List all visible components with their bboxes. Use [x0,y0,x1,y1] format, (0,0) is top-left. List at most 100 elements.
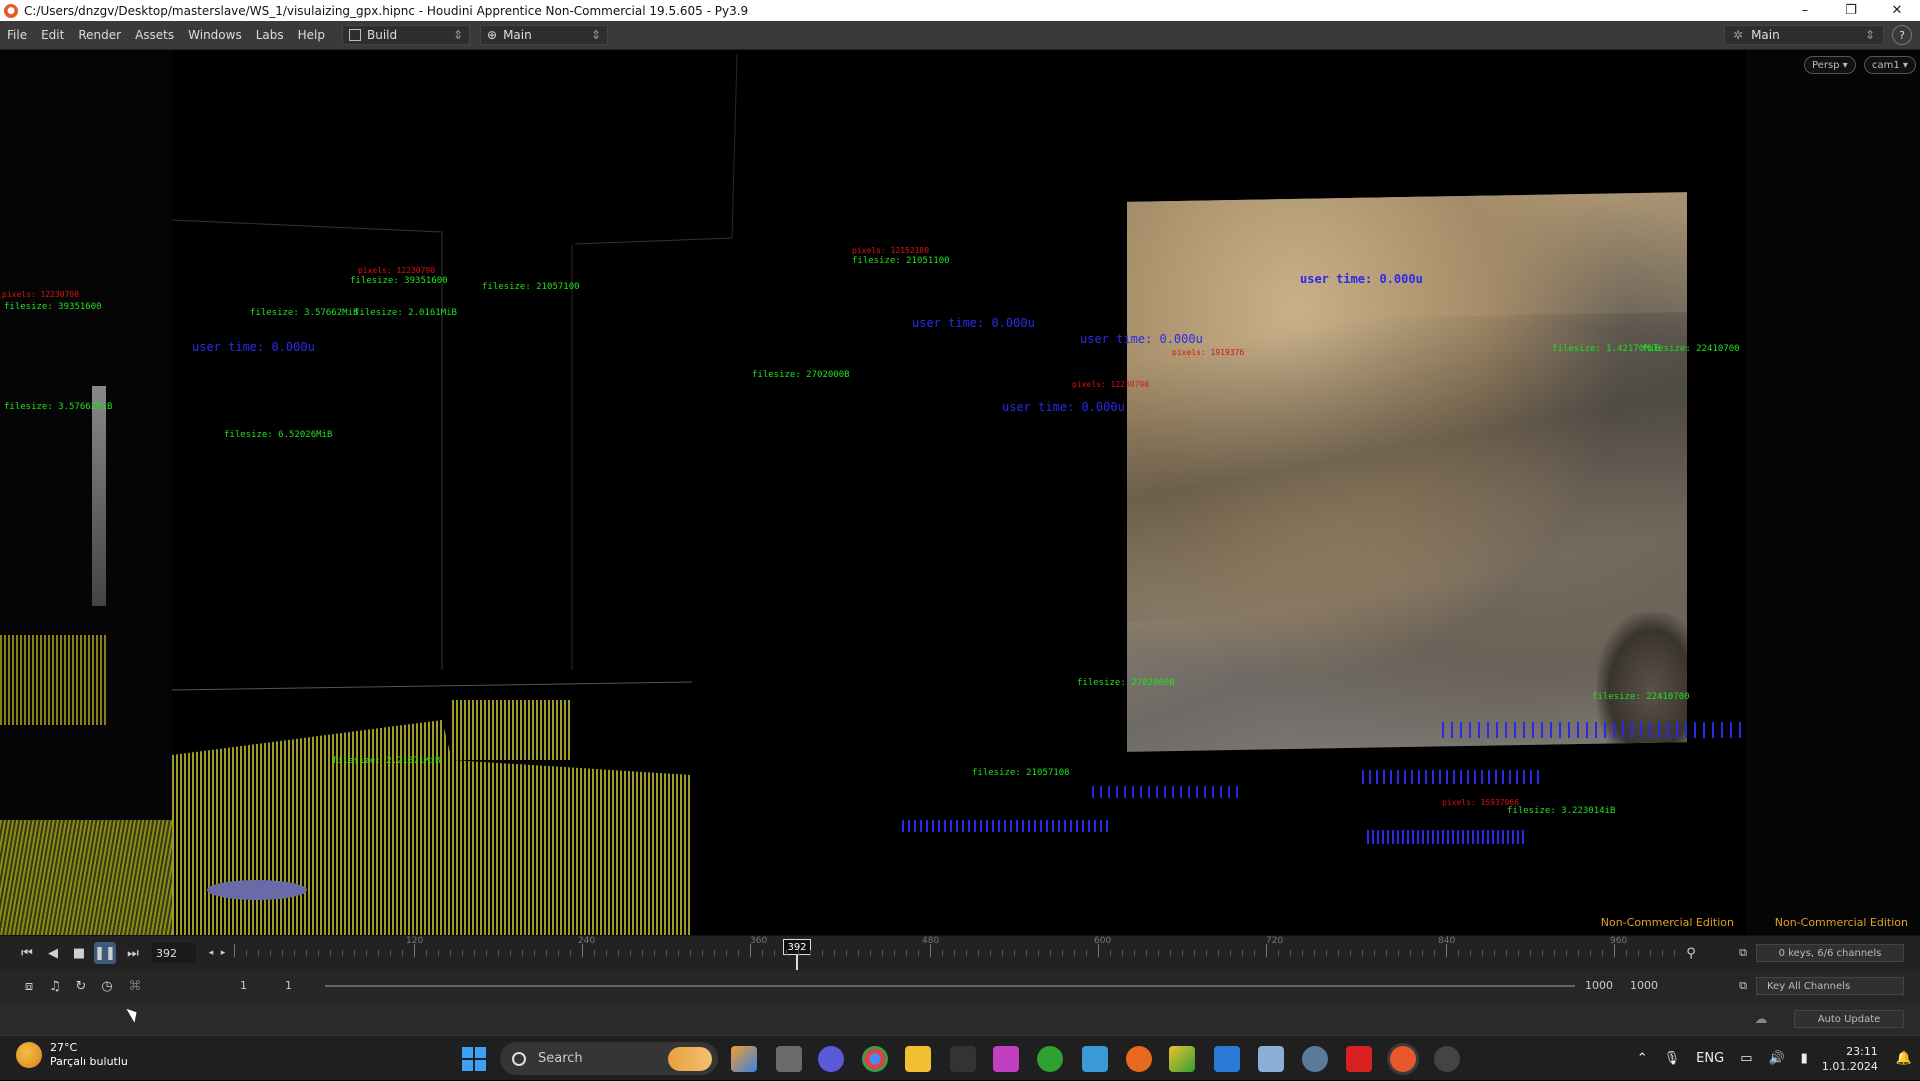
menu-help[interactable]: Help [291,28,332,42]
range-end-field[interactable]: 1000 [1585,979,1613,992]
label-red: pixels: 12152180 [852,246,930,255]
timeline-tick [1434,950,1435,956]
clock[interactable]: 23:11 1.01.2024 [1822,1044,1878,1074]
app-icon-light[interactable] [1258,1046,1284,1072]
range-start-field-2[interactable]: 1 [285,979,292,992]
timeline-tick [702,950,703,956]
audio-icon[interactable]: ♫ [44,975,66,997]
timeline-tick [750,944,751,957]
timeline-tick [1086,950,1087,956]
time-cursor[interactable]: 392 [783,939,811,955]
xbox-icon[interactable] [1037,1046,1063,1072]
help-icon[interactable]: ? [1892,25,1912,45]
timeline-tick [558,950,559,956]
cam1-menu[interactable]: cam1 ▾ [1864,56,1916,74]
minimize-button[interactable]: – [1782,0,1828,21]
step-forward-icon[interactable]: ▸ [216,942,230,964]
timeline-tick [1218,950,1219,956]
task-view-icon[interactable] [776,1046,802,1072]
app-icon-red[interactable] [1346,1046,1372,1072]
taskbar-search[interactable]: Search [500,1042,718,1075]
chrome-icon[interactable] [862,1046,888,1072]
tick-label: 600 [1094,936,1112,946]
scene-viewport[interactable]: pixels: 12230790 filesize: 39351600 file… [172,50,1746,935]
label-red: pixels: 15937066 [1442,798,1520,807]
vscode-icon[interactable] [1214,1046,1240,1072]
timeline-tick [570,950,571,956]
desktop-selector-build[interactable]: Build ⇕ [342,25,470,45]
range-end-field-2[interactable]: 1000 [1630,979,1658,992]
shelf-selector-main[interactable]: ⊕ Main ⇕ [480,25,608,45]
timeline-tick [930,944,931,957]
timeline-tick [1194,950,1195,956]
timeline-track[interactable]: 120 240 360 480 600 720 840 960 392 [234,936,1675,971]
scene-pillar [92,386,106,606]
frame-range-bar: ⧈ ♫ ↻ ◷ ⌘ 1 1 1000 1000 ⧉ Key All Channe… [0,970,1920,1003]
notification-bell-icon[interactable]: 🔔 [1896,1051,1912,1066]
weather-condition: Parçalı bulutlu [50,1055,128,1068]
settings-icon[interactable] [1302,1046,1328,1072]
timeline-tick [810,950,811,956]
search-highlight-icon [668,1046,712,1071]
language-indicator[interactable]: ENG [1696,1051,1724,1066]
houdini-taskbar-icon[interactable] [1390,1046,1416,1072]
status-bar: ☁ Auto Update [0,1003,1920,1035]
audio-scrub-icon[interactable]: ⚲ [1680,942,1702,964]
microphone-icon[interactable]: 🎙 [1664,1051,1681,1066]
label-green: filesize: 2702080B [1077,678,1175,688]
jump-to-start-button[interactable]: ⏮ [16,942,38,964]
pause-button[interactable]: ❚❚ [94,942,116,964]
close-button[interactable]: ✕ [1874,0,1920,21]
menu-render[interactable]: Render [71,28,128,42]
timeline-tick [618,950,619,956]
loop-icon[interactable]: ↻ [70,975,92,997]
jump-to-end-button[interactable]: ⏭ [122,942,144,964]
key-icon[interactable]: ⧉ [1732,975,1754,997]
notepad-icon[interactable] [1082,1046,1108,1072]
label-red: pixels: 12230790 [358,266,436,275]
clock-icon[interactable]: ◷ [96,975,118,997]
timeline-tick [1446,944,1447,957]
app-icon-black[interactable] [950,1046,976,1072]
houdini-launcher-icon[interactable] [1126,1046,1152,1072]
range-slider[interactable] [325,985,1575,987]
menu-edit[interactable]: Edit [34,28,71,42]
timeline-tick [1458,950,1459,956]
timeline-tick [1062,950,1063,956]
network-icon[interactable]: ▭ [1740,1051,1752,1066]
timeline-tick [774,950,775,956]
label-green: filesize: 21057108 [972,768,1070,778]
key-all-channels-button[interactable]: Key All Channels [1756,977,1904,995]
fps-icon[interactable]: ⌘ [124,975,146,997]
speaker-icon[interactable]: 🔊 [1768,1051,1784,1066]
auto-update-button[interactable]: Auto Update [1794,1010,1904,1028]
stop-button[interactable]: ■ [68,942,90,964]
app-icon-circle[interactable] [1434,1046,1460,1072]
maximize-button[interactable]: ❐ [1828,0,1874,21]
play-reverse-button[interactable]: ◀ [42,942,64,964]
menu-labs[interactable]: Labs [249,28,291,42]
timeline-tick [450,950,451,956]
battery-icon[interactable]: ▮ [1801,1051,1808,1066]
chevron-updown-icon: ⇕ [452,28,463,42]
clock-time: 23:11 [1846,1044,1878,1058]
weather-widget[interactable]: 27°C Parçalı bulutlu [16,1041,128,1069]
start-button[interactable] [462,1047,486,1071]
app-icon-purple[interactable] [993,1046,1019,1072]
app-icon-diamond[interactable] [1169,1046,1195,1072]
radial-menu-selector[interactable]: ✲ Main ⇕ [1724,25,1884,45]
file-explorer-icon[interactable] [905,1046,931,1072]
current-frame-field[interactable]: 392 [152,943,196,963]
keys-channels-info[interactable]: 0 keys, 6/6 channels [1756,944,1904,962]
persp-camera-menu[interactable]: Persp ▾ [1804,56,1856,74]
realtime-toggle-icon[interactable]: ⧈ [18,975,40,997]
menu-assets[interactable]: Assets [128,28,181,42]
chevron-up-icon[interactable]: ⌃ [1637,1051,1648,1066]
teams-icon[interactable] [818,1046,844,1072]
menu-file[interactable]: File [0,28,34,42]
menu-windows[interactable]: Windows [181,28,249,42]
timeline-tick [594,950,595,956]
range-start-field[interactable]: 1 [240,979,247,992]
widgets-icon[interactable] [731,1046,757,1072]
channel-list-icon[interactable]: ⧉ [1732,942,1754,964]
